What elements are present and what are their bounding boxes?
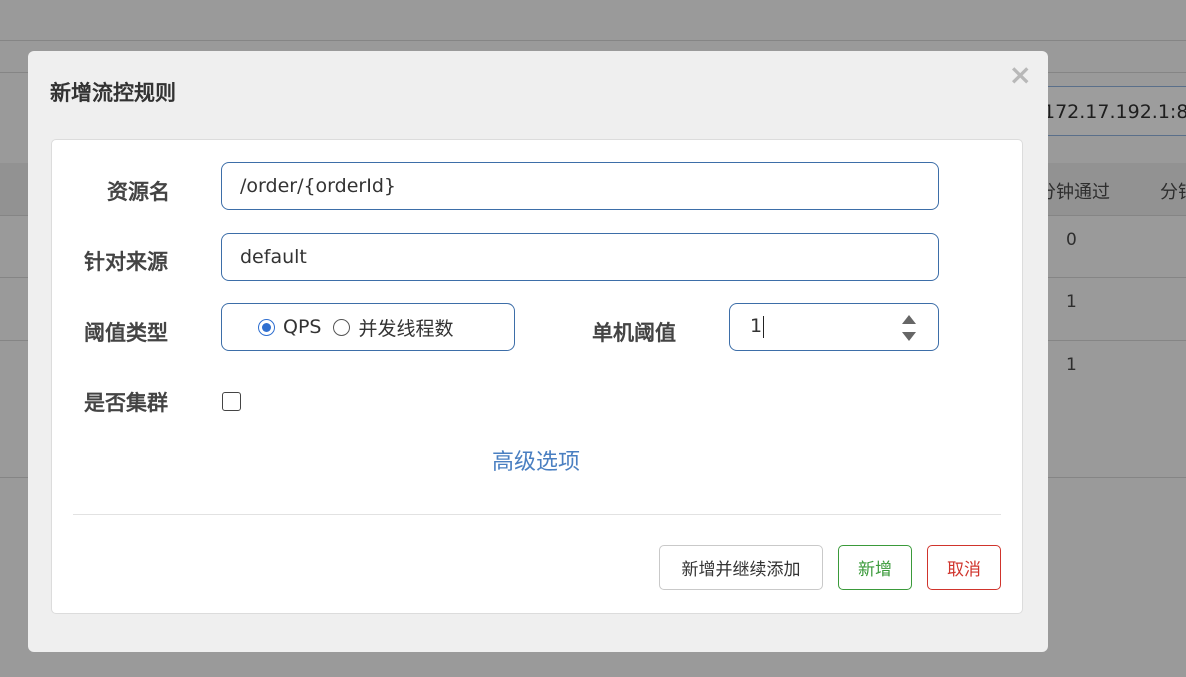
cluster-mode-checkbox[interactable] <box>222 392 241 411</box>
add-button[interactable]: 新增 <box>838 545 912 590</box>
limit-app-input[interactable] <box>222 234 938 280</box>
text-caret <box>763 315 765 338</box>
limit-app-field[interactable] <box>221 233 939 281</box>
threshold-count-label: 单机阈值 <box>592 321 676 345</box>
radio-label-qps: QPS <box>283 316 322 338</box>
footer-divider <box>73 514 1001 515</box>
radio-option-qps[interactable]: QPS <box>258 316 321 338</box>
resource-name-label: 资源名 <box>107 180 170 204</box>
radio-label-threads: 并发线程数 <box>358 317 454 340</box>
cluster-mode-label: 是否集群 <box>84 391 168 415</box>
stepper-up-icon[interactable] <box>902 315 916 324</box>
bg-divider <box>0 40 1186 41</box>
limit-app-label: 针对来源 <box>84 250 168 274</box>
machine-host-value: 172.17.192.1:8720 <box>1043 101 1186 123</box>
bg-cell-value: 1 <box>1066 292 1077 312</box>
bg-cell-value: 1 <box>1066 355 1077 375</box>
resource-name-field[interactable] <box>221 162 939 210</box>
machine-host-input: 172.17.192.1:8720 <box>1030 86 1186 136</box>
close-icon[interactable]: × <box>1009 61 1032 89</box>
dialog-title: 新增流控规则 <box>50 81 176 105</box>
bg-col-header: 分钟 <box>1160 182 1186 203</box>
radio-checked-icon[interactable] <box>258 318 275 336</box>
threshold-count-value[interactable]: 1 <box>750 315 765 338</box>
bg-cell-value: 0 <box>1066 230 1077 250</box>
resource-name-input[interactable] <box>222 163 938 209</box>
threshold-type-radio-group: QPS 并发线程数 <box>221 303 515 351</box>
add-flow-rule-dialog: 新增流控规则 × 资源名 针对来源 阈值类型 QPS 并发线程数 单机阈值 <box>28 51 1048 652</box>
radio-option-threads[interactable]: 并发线程数 <box>333 314 454 341</box>
bg-col-header-pass-per-min: 分钟通过 <box>1038 182 1110 203</box>
threshold-count-field[interactable]: 1 <box>729 303 939 351</box>
radio-unchecked-icon[interactable] <box>333 318 351 336</box>
stepper-down-icon[interactable] <box>902 332 916 341</box>
threshold-type-label: 阈值类型 <box>84 321 168 345</box>
form-panel: 资源名 针对来源 阈值类型 QPS 并发线程数 单机阈值 1 <box>51 139 1023 614</box>
threshold-count-text: 1 <box>750 315 763 337</box>
advanced-options-link[interactable]: 高级选项 <box>492 444 580 476</box>
cancel-button[interactable]: 取消 <box>927 545 1001 590</box>
add-and-continue-button[interactable]: 新增并继续添加 <box>659 545 823 590</box>
number-stepper-icon[interactable] <box>902 315 916 341</box>
